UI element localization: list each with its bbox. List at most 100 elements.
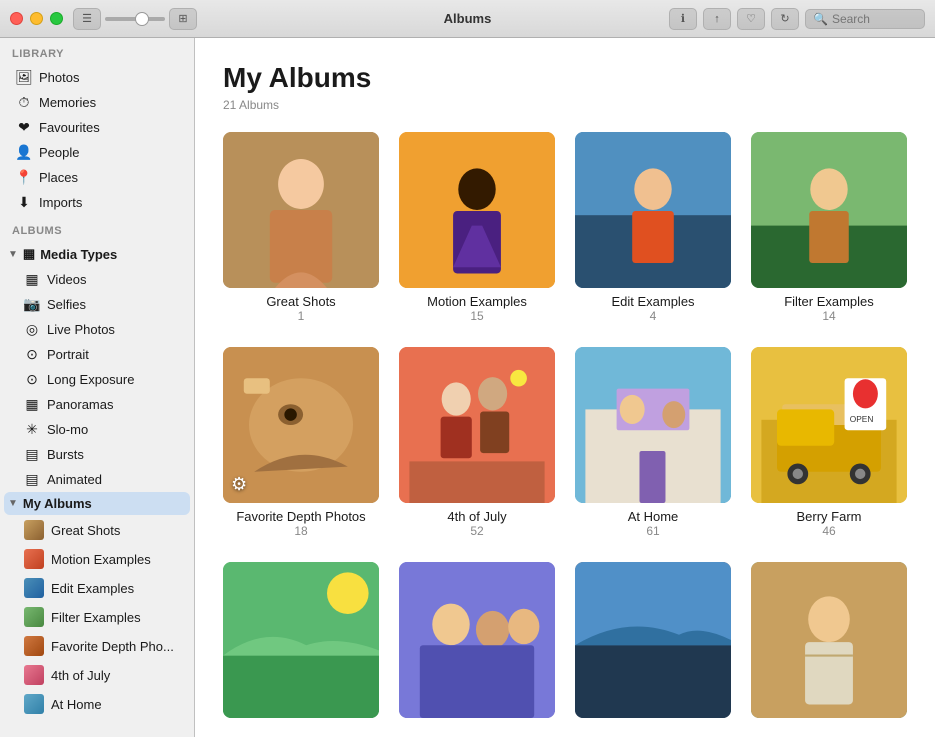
app-body: Library 🖼 Photos ⏱ Memories ❤ Favourites… bbox=[0, 38, 935, 737]
album-card-4th-july[interactable]: 4th of July 52 bbox=[399, 347, 555, 538]
album-count-motion-examples: 15 bbox=[399, 309, 555, 323]
sidebar-item-photos[interactable]: 🖼 Photos bbox=[4, 65, 190, 89]
album-card-9[interactable] bbox=[223, 562, 379, 724]
library-section-label: Library bbox=[0, 38, 194, 64]
at-home-thumb bbox=[24, 694, 44, 714]
long-exposure-icon: ⊙ bbox=[24, 371, 40, 387]
sidebar-item-selfies-label: Selfies bbox=[47, 297, 86, 312]
album-card-edit-examples[interactable]: Edit Examples 4 bbox=[575, 132, 731, 323]
sidebar-item-imports-label: Imports bbox=[39, 195, 82, 210]
sidebar-item-panoramas-label: Panoramas bbox=[47, 397, 113, 412]
album-thumbnail-motion-examples bbox=[399, 132, 555, 288]
sidebar-item-places[interactable]: 📍 Places bbox=[4, 165, 190, 189]
album-card-motion-examples[interactable]: Motion Examples 15 bbox=[399, 132, 555, 323]
search-input[interactable] bbox=[832, 12, 912, 26]
sidebar-toggle-button[interactable]: ☰ bbox=[73, 8, 101, 30]
sidebar-item-memories[interactable]: ⏱ Memories bbox=[4, 90, 190, 114]
sidebar-item-at-home-label: At Home bbox=[51, 697, 102, 712]
search-icon: 🔍 bbox=[813, 12, 828, 26]
sidebar-item-people[interactable]: 👤 People bbox=[4, 140, 190, 164]
sidebar-item-motion-examples[interactable]: Motion Examples bbox=[4, 545, 190, 573]
photos-icon: 🖼 bbox=[16, 69, 32, 85]
sidebar-item-great-shots[interactable]: Great Shots bbox=[4, 516, 190, 544]
svg-text:OPEN: OPEN bbox=[850, 414, 874, 424]
sidebar-item-favorite-depth-label: Favorite Depth Pho... bbox=[51, 639, 174, 654]
sidebar-item-animated-label: Animated bbox=[47, 472, 102, 487]
info-button[interactable]: ℹ bbox=[669, 8, 697, 30]
rotate-button[interactable]: ↻ bbox=[771, 8, 799, 30]
album-count: 21 Albums bbox=[223, 98, 907, 112]
albums-grid: Great Shots 1 Motion Examples 15 bbox=[223, 132, 907, 724]
album-name-filter-examples: Filter Examples bbox=[751, 294, 907, 309]
search-box[interactable]: 🔍 bbox=[805, 9, 925, 29]
sidebar-item-portrait[interactable]: ⊙ Portrait bbox=[4, 342, 190, 366]
maximize-button[interactable] bbox=[50, 12, 63, 25]
album-thumbnail-berry-farm: OPEN bbox=[751, 347, 907, 503]
album-thumbnail-10 bbox=[399, 562, 555, 718]
animated-icon: ▤ bbox=[24, 471, 40, 487]
album-thumbnail-edit-examples bbox=[575, 132, 731, 288]
close-button[interactable] bbox=[10, 12, 23, 25]
portrait-icon: ⊙ bbox=[24, 346, 40, 362]
favorite-button[interactable]: ♡ bbox=[737, 8, 765, 30]
sidebar-item-favorite-depth[interactable]: Favorite Depth Pho... bbox=[4, 632, 190, 660]
album-name-edit-examples: Edit Examples bbox=[575, 294, 731, 309]
sidebar-item-panoramas[interactable]: ▦ Panoramas bbox=[4, 392, 190, 416]
sidebar-item-selfies[interactable]: 📷 Selfies bbox=[4, 292, 190, 316]
sidebar-item-long-exposure[interactable]: ⊙ Long Exposure bbox=[4, 367, 190, 391]
sidebar-item-people-label: People bbox=[39, 145, 79, 160]
album-card-11[interactable] bbox=[575, 562, 731, 724]
album-thumbnail-12 bbox=[751, 562, 907, 718]
album-card-great-shots[interactable]: Great Shots 1 bbox=[223, 132, 379, 323]
my-albums-toggle[interactable]: ▼ My Albums bbox=[4, 492, 190, 515]
people-icon: 👤 bbox=[16, 144, 32, 160]
sidebar-item-long-exposure-label: Long Exposure bbox=[47, 372, 134, 387]
thumbnail-size-slider[interactable] bbox=[105, 17, 165, 21]
motion-examples-thumb bbox=[24, 549, 44, 569]
sidebar-item-portrait-label: Portrait bbox=[47, 347, 89, 362]
sidebar-item-motion-examples-label: Motion Examples bbox=[51, 552, 151, 567]
album-count-at-home: 61 bbox=[575, 524, 731, 538]
titlebar: ☰ ⊞ Albums ℹ ↑ ♡ ↻ 🔍 bbox=[0, 0, 935, 38]
album-card-12[interactable] bbox=[751, 562, 907, 724]
sidebar-item-videos[interactable]: ▦ Videos bbox=[4, 267, 190, 291]
sidebar-item-slo-mo[interactable]: ✳ Slo-mo bbox=[4, 417, 190, 441]
sidebar-item-bursts-label: Bursts bbox=[47, 447, 84, 462]
bursts-icon: ▤ bbox=[24, 446, 40, 462]
layout-toggle-button[interactable]: ⊞ bbox=[169, 8, 197, 30]
album-name-motion-examples: Motion Examples bbox=[399, 294, 555, 309]
sidebar-item-4th-july-label: 4th of July bbox=[51, 668, 110, 683]
sidebar-item-filter-examples[interactable]: Filter Examples bbox=[4, 603, 190, 631]
album-card-favorite-depth[interactable]: ⚙ Favorite Depth Photos 18 bbox=[223, 347, 379, 538]
sidebar-item-great-shots-label: Great Shots bbox=[51, 523, 120, 538]
sidebar-item-animated[interactable]: ▤ Animated bbox=[4, 467, 190, 491]
sidebar-item-favourites[interactable]: ❤ Favourites bbox=[4, 115, 190, 139]
sidebar-item-bursts[interactable]: ▤ Bursts bbox=[4, 442, 190, 466]
sidebar-item-live-photos[interactable]: ◎ Live Photos bbox=[4, 317, 190, 341]
sidebar-item-imports[interactable]: ⬇ Imports bbox=[4, 190, 190, 214]
media-types-toggle[interactable]: ▼ ▦ Media Types bbox=[4, 242, 190, 266]
page-title: My Albums bbox=[223, 62, 907, 94]
panoramas-icon: ▦ bbox=[24, 396, 40, 412]
live-photos-icon: ◎ bbox=[24, 321, 40, 337]
sidebar-item-memories-label: Memories bbox=[39, 95, 96, 110]
sidebar-item-slo-mo-label: Slo-mo bbox=[47, 422, 88, 437]
album-name-great-shots: Great Shots bbox=[223, 294, 379, 309]
media-types-icon: ▦ bbox=[23, 246, 35, 262]
album-thumbnail-favorite-depth: ⚙ bbox=[223, 347, 379, 503]
album-thumbnail-at-home bbox=[575, 347, 731, 503]
album-card-at-home[interactable]: At Home 61 bbox=[575, 347, 731, 538]
share-button[interactable]: ↑ bbox=[703, 8, 731, 30]
sidebar-item-4th-july[interactable]: 4th of July bbox=[4, 661, 190, 689]
album-card-berry-farm[interactable]: OPEN Berry Farm 46 bbox=[751, 347, 907, 538]
sidebar-item-at-home[interactable]: At Home bbox=[4, 690, 190, 718]
album-card-10[interactable] bbox=[399, 562, 555, 724]
album-count-berry-farm: 46 bbox=[751, 524, 907, 538]
my-albums-label: My Albums bbox=[23, 496, 92, 511]
album-card-filter-examples[interactable]: Filter Examples 14 bbox=[751, 132, 907, 323]
sidebar-item-edit-examples[interactable]: Edit Examples bbox=[4, 574, 190, 602]
sidebar-item-live-photos-label: Live Photos bbox=[47, 322, 115, 337]
minimize-button[interactable] bbox=[30, 12, 43, 25]
media-types-label: Media Types bbox=[40, 247, 117, 262]
sidebar-item-filter-examples-label: Filter Examples bbox=[51, 610, 141, 625]
